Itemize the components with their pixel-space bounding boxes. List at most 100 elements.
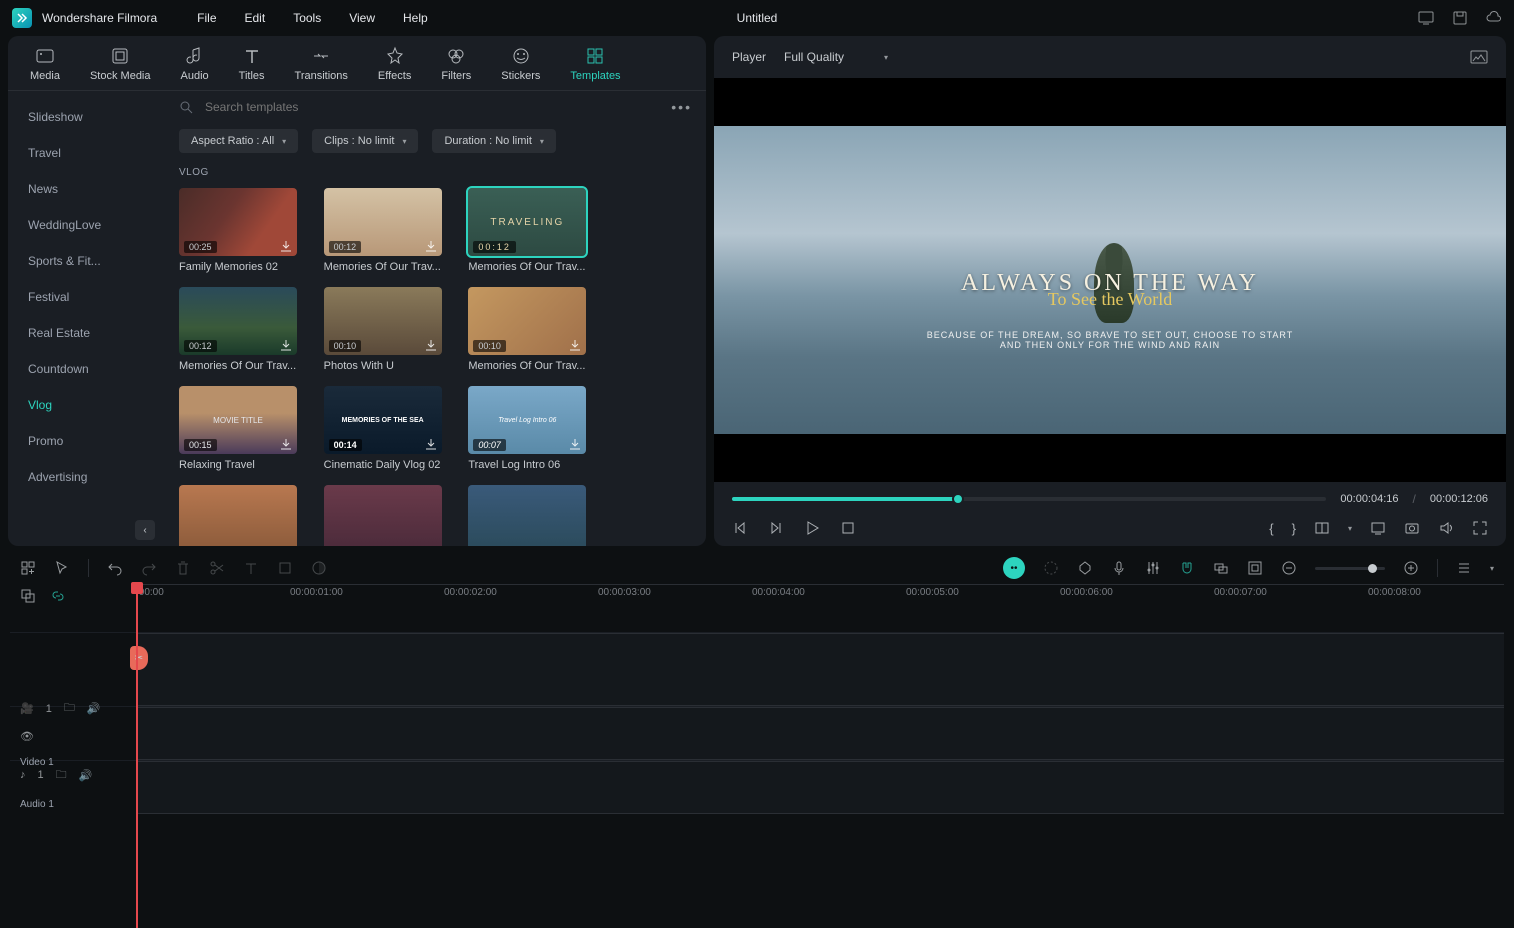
menu-file[interactable]: File bbox=[197, 11, 216, 25]
audio-track-body[interactable] bbox=[136, 761, 1504, 814]
snapshot-icon[interactable] bbox=[1470, 50, 1488, 64]
menu-help[interactable]: Help bbox=[403, 11, 428, 25]
sidebar-item-wedding[interactable]: WeddingLove bbox=[8, 207, 165, 243]
sidebar-item-vlog[interactable]: Vlog bbox=[8, 387, 165, 423]
cloud-upload-icon[interactable] bbox=[1486, 10, 1502, 26]
group-icon[interactable] bbox=[1213, 560, 1229, 576]
delete-icon[interactable] bbox=[175, 560, 191, 576]
search-input[interactable] bbox=[205, 100, 659, 114]
template-item[interactable] bbox=[179, 485, 310, 546]
mixer-icon[interactable] bbox=[1145, 560, 1161, 576]
folder-icon[interactable]: 🗀 bbox=[64, 699, 75, 718]
template-item[interactable]: 00:12Memories Of Our Trav... bbox=[179, 287, 310, 372]
template-item[interactable]: MOVIE TITLE00:15Relaxing Travel bbox=[179, 386, 310, 471]
sidebar-item-festival[interactable]: Festival bbox=[8, 279, 165, 315]
crop-icon[interactable] bbox=[277, 560, 293, 576]
zoom-knob[interactable] bbox=[1368, 564, 1377, 573]
video-track[interactable]: 🎥1 🗀 🔊 👁 Video 1 bbox=[10, 706, 1504, 760]
stop-icon[interactable] bbox=[840, 520, 856, 536]
sidebar-item-travel[interactable]: Travel bbox=[8, 135, 165, 171]
more-options-icon[interactable]: ••• bbox=[671, 99, 692, 115]
cut-marker[interactable]: ✂ bbox=[130, 646, 148, 670]
tab-transitions[interactable]: Transitions bbox=[295, 46, 348, 82]
tab-audio[interactable]: Audio bbox=[181, 46, 209, 82]
tab-filters[interactable]: Filters bbox=[441, 46, 471, 82]
quality-dropdown[interactable]: Full Quality▾ bbox=[784, 50, 888, 64]
filter-aspect-ratio[interactable]: Aspect Ratio : All▾ bbox=[179, 129, 298, 153]
empty-track[interactable] bbox=[10, 632, 1504, 706]
add-keyframe-icon[interactable] bbox=[20, 560, 36, 576]
tab-effects[interactable]: Effects bbox=[378, 46, 411, 82]
template-item[interactable] bbox=[324, 485, 455, 546]
tab-templates[interactable]: Templates bbox=[570, 46, 620, 82]
tab-stock[interactable]: Stock Media bbox=[90, 46, 151, 82]
seek-bar[interactable] bbox=[732, 497, 1326, 501]
sidebar-item-promo[interactable]: Promo bbox=[8, 423, 165, 459]
marker-icon[interactable] bbox=[1077, 560, 1093, 576]
magnet-icon[interactable] bbox=[1179, 560, 1195, 576]
template-item[interactable]: 00:25Family Memories 02 bbox=[179, 188, 310, 273]
zoom-in-icon[interactable] bbox=[1403, 560, 1419, 576]
mute-icon[interactable]: 🔊 bbox=[87, 702, 101, 715]
redo-icon[interactable] bbox=[141, 560, 157, 576]
brace-close-icon[interactable]: } bbox=[1292, 521, 1296, 536]
sidebar-collapse-button[interactable]: ‹ bbox=[135, 520, 155, 540]
cursor-icon[interactable] bbox=[54, 560, 70, 576]
next-frame-icon[interactable] bbox=[768, 520, 784, 536]
template-item[interactable]: 00:12Memories Of Our Trav... bbox=[324, 188, 455, 273]
chevron-down-icon[interactable]: ▾ bbox=[1348, 524, 1352, 533]
link-icon[interactable] bbox=[50, 588, 66, 604]
tab-media[interactable]: Media bbox=[30, 46, 60, 82]
brace-open-icon[interactable]: { bbox=[1269, 521, 1273, 536]
menu-view[interactable]: View bbox=[349, 11, 375, 25]
filter-duration[interactable]: Duration : No limit▾ bbox=[432, 129, 555, 153]
fullscreen-icon[interactable] bbox=[1472, 520, 1488, 536]
expand-icon[interactable] bbox=[1247, 560, 1263, 576]
template-item[interactable]: 00:10Memories Of Our Trav... bbox=[468, 287, 599, 372]
camera-icon[interactable] bbox=[1404, 520, 1420, 536]
sidebar-item-advertising[interactable]: Advertising bbox=[8, 459, 165, 495]
folder-icon[interactable]: 🗀 bbox=[56, 766, 67, 785]
ai-badge-icon[interactable]: •• bbox=[1003, 557, 1025, 579]
sidebar-item-slideshow[interactable]: Slideshow bbox=[8, 99, 165, 135]
template-item[interactable] bbox=[468, 485, 599, 546]
mute-icon[interactable]: 🔊 bbox=[79, 769, 93, 782]
zoom-slider[interactable] bbox=[1315, 567, 1385, 570]
volume-icon[interactable] bbox=[1438, 520, 1454, 536]
music-icon[interactable]: ♪ bbox=[20, 769, 26, 781]
tab-stickers[interactable]: Stickers bbox=[501, 46, 540, 82]
template-item[interactable]: TRAVELING00:12Memories Of Our Trav... bbox=[468, 188, 599, 273]
list-view-icon[interactable] bbox=[1456, 560, 1472, 576]
filter-clips[interactable]: Clips : No limit▾ bbox=[312, 129, 418, 153]
render-icon[interactable] bbox=[1370, 520, 1386, 536]
stack-icon[interactable] bbox=[20, 588, 36, 604]
layout-icon[interactable] bbox=[1314, 520, 1330, 536]
tab-titles[interactable]: Titles bbox=[239, 46, 265, 82]
camera-icon[interactable]: 🎥 bbox=[20, 702, 34, 715]
mic-icon[interactable] bbox=[1111, 560, 1127, 576]
menu-tools[interactable]: Tools bbox=[293, 11, 321, 25]
undo-icon[interactable] bbox=[107, 560, 123, 576]
template-item[interactable]: Travel Log Intro 0600:07Travel Log Intro… bbox=[468, 386, 599, 471]
audio-track[interactable]: ♪1 🗀 🔊 Audio 1 bbox=[10, 760, 1504, 814]
template-item[interactable]: MEMORIES OF THE SEA00:14Cinematic Daily … bbox=[324, 386, 455, 471]
monitor-icon[interactable] bbox=[1418, 10, 1434, 26]
play-icon[interactable] bbox=[804, 520, 820, 536]
speed-icon[interactable] bbox=[1043, 560, 1059, 576]
color-icon[interactable] bbox=[311, 560, 327, 576]
menu-edit[interactable]: Edit bbox=[245, 11, 266, 25]
zoom-out-icon[interactable] bbox=[1281, 560, 1297, 576]
eye-icon[interactable]: 👁 bbox=[20, 730, 34, 743]
prev-frame-icon[interactable] bbox=[732, 520, 748, 536]
sidebar-item-sports[interactable]: Sports & Fit... bbox=[8, 243, 165, 279]
sidebar-item-news[interactable]: News bbox=[8, 171, 165, 207]
playhead[interactable] bbox=[136, 584, 138, 928]
video-track-body[interactable] bbox=[136, 707, 1504, 760]
text-icon[interactable] bbox=[243, 560, 259, 576]
sidebar-item-realestate[interactable]: Real Estate bbox=[8, 315, 165, 351]
timeline-ruler[interactable]: :00:00 00:00:01:00 00:00:02:00 00:00:03:… bbox=[136, 584, 1504, 632]
sidebar-item-countdown[interactable]: Countdown bbox=[8, 351, 165, 387]
template-item[interactable]: 00:10Photos With U bbox=[324, 287, 455, 372]
seek-knob[interactable] bbox=[952, 493, 964, 505]
split-icon[interactable] bbox=[209, 560, 225, 576]
